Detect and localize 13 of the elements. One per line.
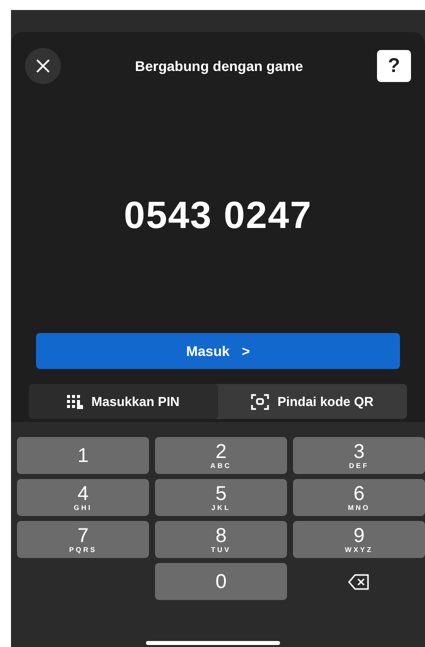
game-pin: 0543 0247 (124, 194, 312, 239)
keypad-key[interactable]: 0 (155, 563, 287, 600)
scan-icon (251, 394, 270, 410)
keypad-key[interactable]: 1 (17, 437, 149, 474)
help-button[interactable]: ? (377, 50, 411, 82)
keypad-icon (67, 394, 84, 408)
close-button[interactable] (25, 48, 61, 84)
mode-tab[interactable]: Pindai kode QR (218, 384, 407, 419)
submit-button[interactable]: Masuk > (36, 333, 400, 369)
close-icon (36, 59, 50, 73)
header-title: Bergabung dengan game (134, 56, 304, 76)
mode-tab[interactable]: Masukkan PIN (29, 384, 218, 419)
backspace-icon (348, 574, 370, 590)
